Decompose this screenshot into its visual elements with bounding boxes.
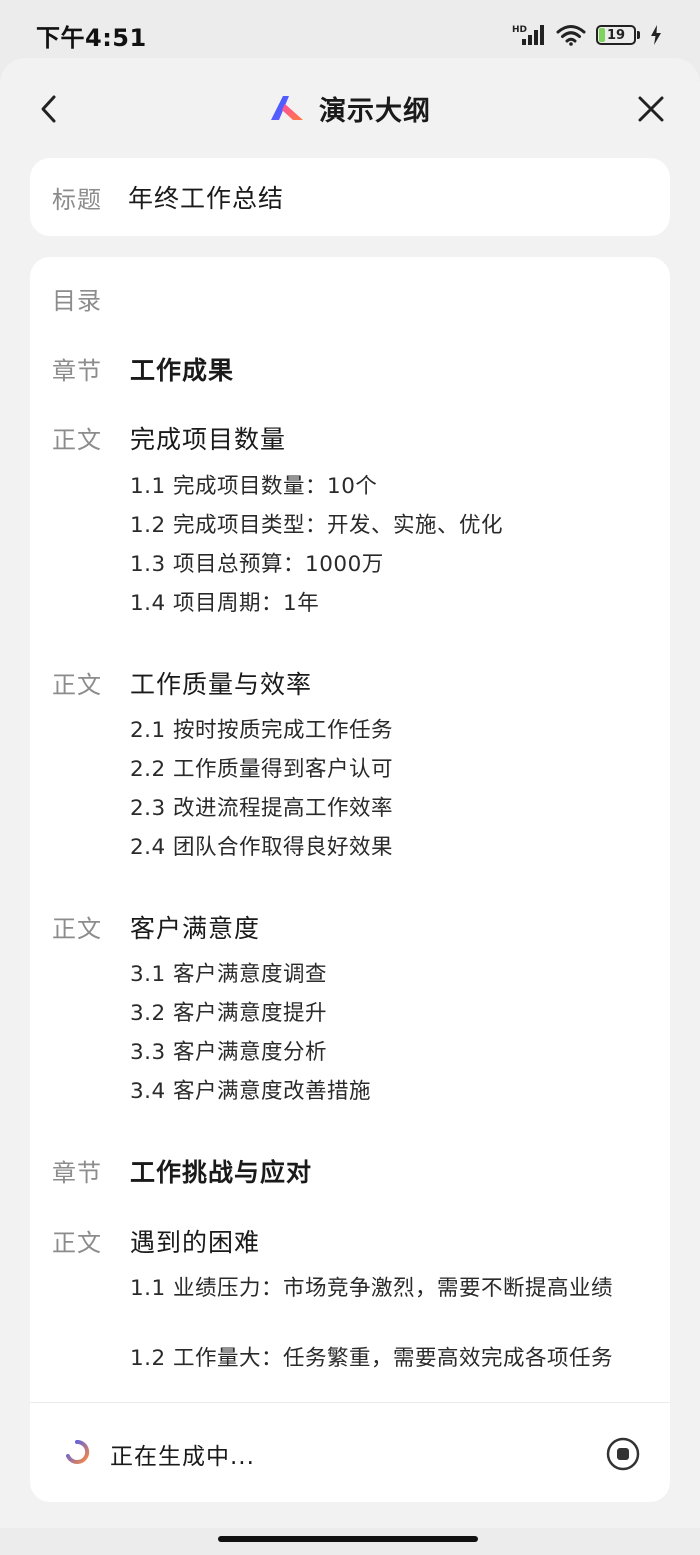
item-text: 完成项目数量	[130, 425, 287, 454]
outline-subitem: 1.3 项目总预算：1000万	[130, 552, 384, 577]
outline-subitem: 1.1 业绩压力：市场竞争激烈，需要不断提高业绩	[130, 1276, 614, 1301]
title-value: 年终工作总结	[128, 184, 285, 213]
wifi-icon	[556, 25, 586, 46]
item-label: 正文	[52, 1229, 102, 1257]
generation-status-bar: 正在生成中...	[30, 1402, 670, 1502]
outline-subitem: 3.3 客户满意度分析	[130, 1040, 328, 1065]
outline-sheet: 演示大纲 标题 年终工作总结 目录 章节 工作成果 正文 完成项目数量 1.1 …	[0, 58, 700, 1528]
app-logo-icon	[271, 96, 303, 120]
item-label: 章节	[52, 357, 102, 385]
chevron-left-icon[interactable]	[36, 92, 62, 126]
outline-item-body[interactable]: 正文 工作质量与效率	[52, 665, 312, 701]
battery-fill	[599, 28, 606, 42]
stop-icon[interactable]	[606, 1437, 640, 1471]
outline-item-body[interactable]: 正文 客户满意度	[52, 909, 260, 945]
battery-level: 19	[606, 27, 626, 43]
generating-status-text: 正在生成中...	[110, 1444, 255, 1470]
status-time: 下午4:51	[36, 23, 147, 52]
item-text: 工作成果	[130, 356, 235, 385]
page-title: 演示大纲	[319, 95, 431, 127]
outline-item-chapter[interactable]: 章节 工作成果	[52, 351, 234, 387]
item-text: 工作质量与效率	[130, 670, 313, 699]
outline-subitem: 3.1 客户满意度调查	[130, 962, 328, 987]
battery-indicator: 19	[596, 25, 640, 45]
title-label: 标题	[52, 185, 102, 214]
item-text: 客户满意度	[130, 914, 261, 943]
signal-icon: HD	[512, 25, 544, 45]
outline-subitem: 3.2 客户满意度提升	[130, 1001, 328, 1026]
outline-subitem: 1.1 完成项目数量：10个	[130, 474, 378, 499]
item-label: 正文	[52, 671, 102, 699]
item-text: 工作挑战与应对	[130, 1158, 313, 1187]
outline-subitem: 2.1 按时按质完成工作任务	[130, 718, 394, 743]
home-indicator[interactable]	[218, 1536, 478, 1542]
item-label: 正文	[52, 426, 102, 454]
outline-subitem: 2.4 团队合作取得良好效果	[130, 835, 394, 860]
outline-subitem: 2.2 工作质量得到客户认可	[130, 757, 394, 782]
item-label: 正文	[52, 915, 102, 943]
header: 演示大纲	[0, 58, 700, 158]
close-icon[interactable]	[636, 94, 666, 124]
outline-item-chapter[interactable]: 章节 工作挑战与应对	[52, 1153, 312, 1189]
outline-subitem: 1.2 完成项目类型：开发、实施、优化	[130, 513, 504, 538]
title-card[interactable]: 标题 年终工作总结	[30, 158, 670, 236]
outline-subitem: 1.2 工作量大：任务繁重，需要高效完成各项任务	[130, 1346, 614, 1371]
item-text: 遇到的困难	[130, 1228, 261, 1257]
charging-icon	[651, 25, 661, 45]
outline-card: 目录 章节 工作成果 正文 完成项目数量 1.1 完成项目数量：10个 1.2 …	[30, 257, 670, 1502]
header-title-group: 演示大纲	[269, 89, 431, 128]
battery-cap	[637, 31, 640, 39]
toc-label: 目录	[52, 287, 102, 315]
outline-subitem: 2.3 改进流程提高工作效率	[130, 796, 394, 821]
outline-item-body[interactable]: 正文 遇到的困难	[52, 1223, 260, 1259]
outline-subitem: 3.4 客户满意度改善措施	[130, 1079, 372, 1104]
outline-list: 目录 章节 工作成果 正文 完成项目数量 1.1 完成项目数量：10个 1.2 …	[30, 257, 670, 1402]
network-label: HD	[512, 25, 527, 35]
outline-item-body[interactable]: 正文 完成项目数量	[52, 420, 286, 456]
outline-subitem: 1.4 项目周期：1年	[130, 591, 320, 616]
status-icons: HD 19	[512, 24, 662, 46]
battery-body: 19	[596, 25, 636, 45]
loading-spinner-icon	[66, 1439, 90, 1464]
item-label: 章节	[52, 1159, 102, 1187]
